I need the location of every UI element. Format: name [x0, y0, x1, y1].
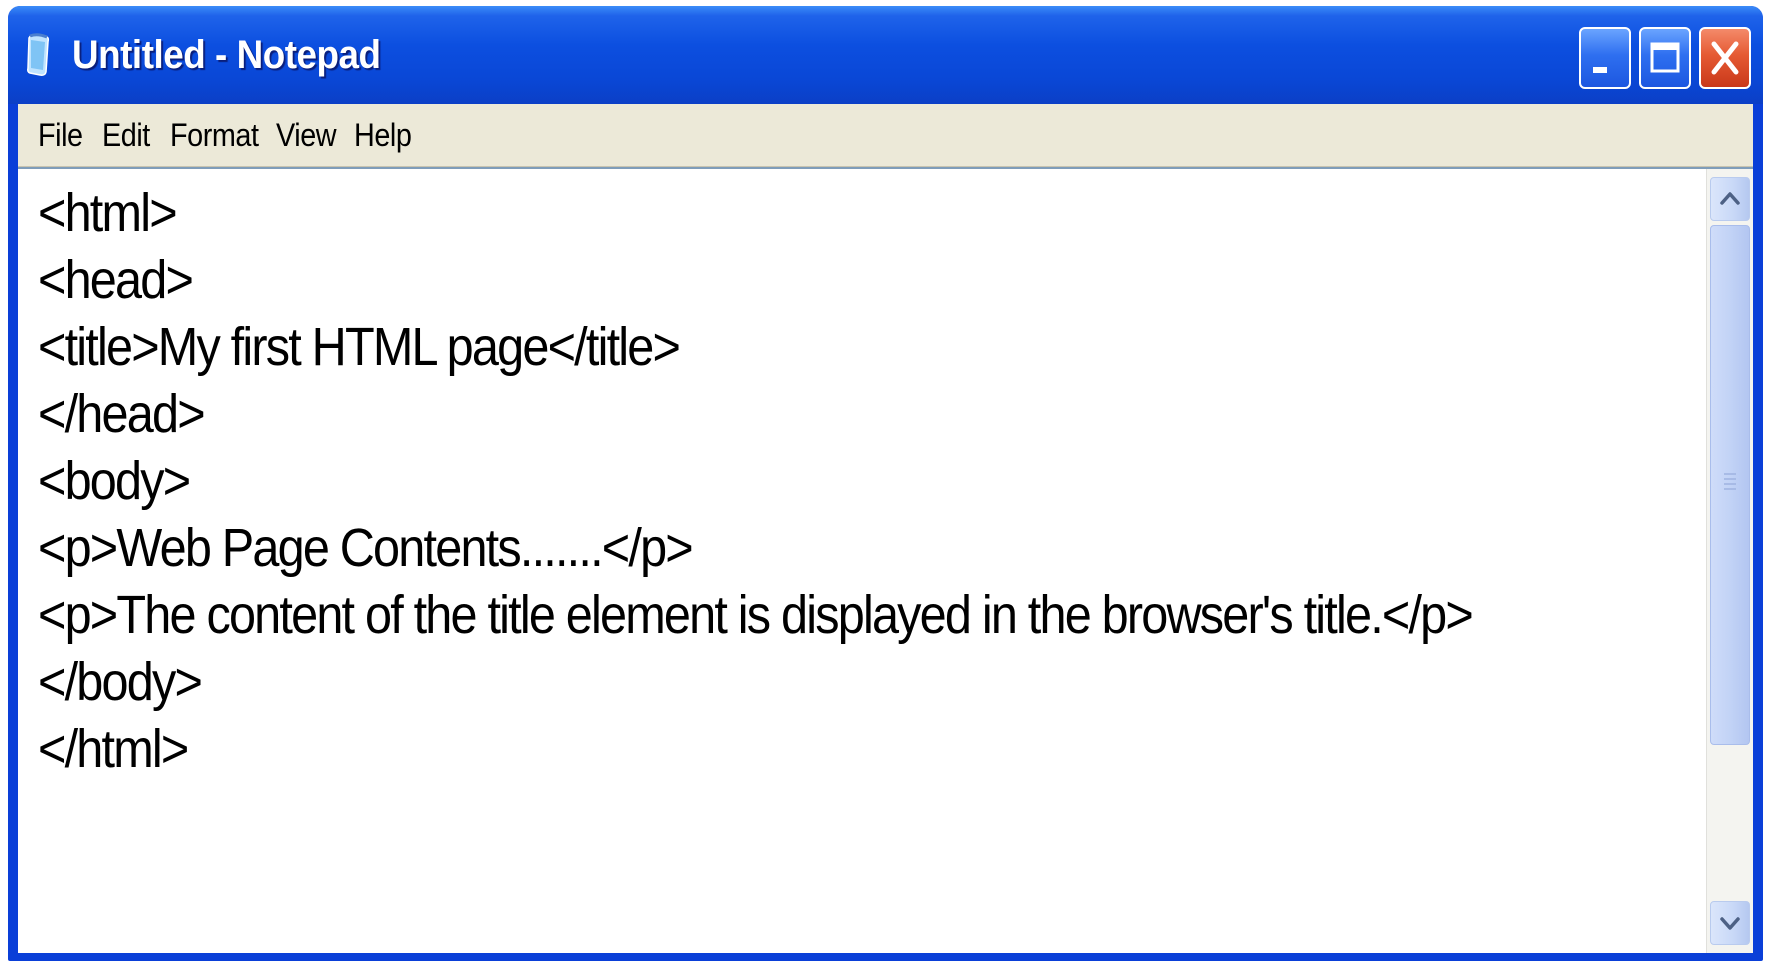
editor-pane[interactable]: <html> <head> <title>My first HTML page<… [18, 167, 1753, 953]
maximize-icon [1650, 42, 1680, 73]
vertical-scrollbar[interactable] [1706, 169, 1753, 953]
maximize-button[interactable] [1639, 27, 1691, 89]
menu-bar: File Edit Format View Help [18, 104, 1753, 167]
menu-format[interactable]: Format [170, 104, 259, 166]
code-line: <title>My first HTML page</title> [38, 317, 681, 377]
code-line: <head> [38, 250, 194, 310]
close-button[interactable] [1699, 27, 1751, 89]
code-line: <p>The content of the title element is d… [38, 585, 1474, 645]
menu-help[interactable]: Help [354, 104, 412, 166]
close-icon [1711, 41, 1739, 75]
window-title: Untitled - Notepad [72, 33, 381, 77]
grip-icon [1724, 473, 1736, 490]
code-line: <p>Web Page Contents.......</p> [38, 518, 694, 578]
code-line: <body> [38, 451, 191, 511]
code-line: </head> [38, 384, 206, 444]
scroll-down-button[interactable] [1710, 901, 1750, 945]
scroll-thumb[interactable] [1710, 225, 1750, 745]
minimize-icon [1593, 67, 1607, 73]
notepad-icon[interactable] [25, 32, 51, 78]
notepad-window: Untitled - Notepad File Edit Format View… [8, 6, 1763, 961]
menu-file[interactable]: File [38, 104, 83, 166]
menu-view[interactable]: View [276, 104, 337, 166]
minimize-button[interactable] [1579, 27, 1631, 89]
title-bar[interactable]: Untitled - Notepad [8, 6, 1763, 104]
code-line: </body> [38, 652, 203, 712]
code-line: </html> [38, 719, 189, 779]
code-line: <html> [38, 183, 178, 243]
menu-edit[interactable]: Edit [102, 104, 150, 166]
scroll-up-button[interactable] [1710, 177, 1750, 221]
chevron-up-icon [1720, 192, 1740, 205]
chevron-down-icon [1720, 917, 1740, 930]
text-area[interactable]: <html> <head> <title>My first HTML page<… [18, 169, 1705, 953]
